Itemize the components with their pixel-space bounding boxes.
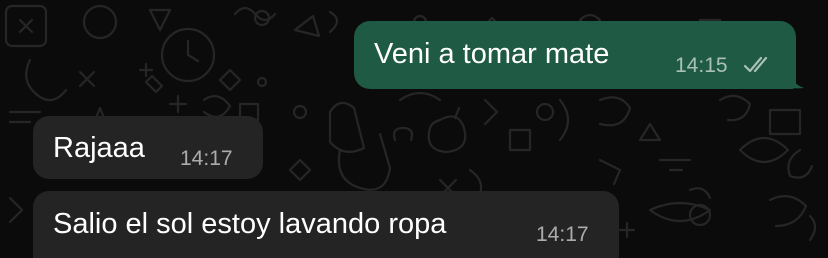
doodle-icon — [288, 158, 312, 182]
doodle-icon — [144, 74, 164, 94]
doodle-icon — [25, 58, 68, 102]
apple-doodle-icon — [427, 115, 467, 154]
doodle-icon — [138, 62, 154, 78]
doodle-icon — [508, 128, 532, 152]
plus-doodle-icon — [168, 94, 188, 114]
doodle-icon — [8, 110, 42, 124]
doodle-icon — [253, 9, 271, 27]
doodle-icon — [186, 39, 200, 63]
doodle-icon — [808, 214, 817, 242]
incoming-message-bubble[interactable]: Rajaaa 14:17 — [33, 116, 263, 179]
doodle-icon — [618, 221, 636, 239]
message-text: Rajaaa — [53, 132, 145, 164]
message-text: Salio el sol estoy lavando ropa — [53, 208, 447, 240]
doodle-icon — [293, 14, 321, 38]
message-time: 14:17 — [536, 223, 589, 246]
incoming-message-bubble[interactable]: Salio el sol estoy lavando ropa 14:17 — [33, 191, 619, 258]
doodle-icon — [535, 102, 555, 122]
doodle-icon — [8, 196, 24, 224]
doodle-icon — [292, 104, 308, 120]
message-time: 14:17 — [180, 147, 233, 170]
doodle-icon — [328, 10, 339, 34]
outgoing-message-bubble[interactable]: Veni a tomar mate 14:15 — [354, 21, 796, 89]
doodle-icon — [787, 148, 814, 179]
football-doodle-icon — [648, 201, 712, 222]
doodle-icon — [453, 106, 461, 120]
doodle-icon — [82, 4, 118, 40]
doodle-icon — [688, 187, 712, 200]
doodle-icon — [256, 76, 268, 88]
doodle-icon — [392, 126, 414, 142]
message-time: 14:15 — [675, 54, 728, 77]
message-text: Veni a tomar mate — [374, 38, 610, 70]
doodle-icon — [398, 91, 442, 102]
doodle-icon — [483, 98, 499, 126]
doodle-icon — [148, 8, 172, 32]
doodle-icon — [598, 96, 632, 127]
doodle-icon — [18, 18, 34, 34]
doodle-icon — [768, 195, 808, 228]
doodle-icon — [78, 70, 96, 88]
doodle-icon — [768, 108, 802, 136]
doodle-icon — [218, 68, 242, 92]
doodle-icon — [328, 101, 366, 153]
doodle-icon — [598, 158, 622, 186]
doodle-icon — [337, 132, 392, 191]
doodle-icon — [738, 136, 790, 164]
double-check-icon — [743, 56, 768, 73]
doodle-icon — [638, 122, 662, 142]
doodle-icon — [718, 94, 752, 122]
doodle-icon — [558, 98, 570, 142]
doodle-icon — [658, 158, 692, 172]
doodle-icon — [202, 95, 232, 118]
bubble-tail — [786, 67, 804, 89]
